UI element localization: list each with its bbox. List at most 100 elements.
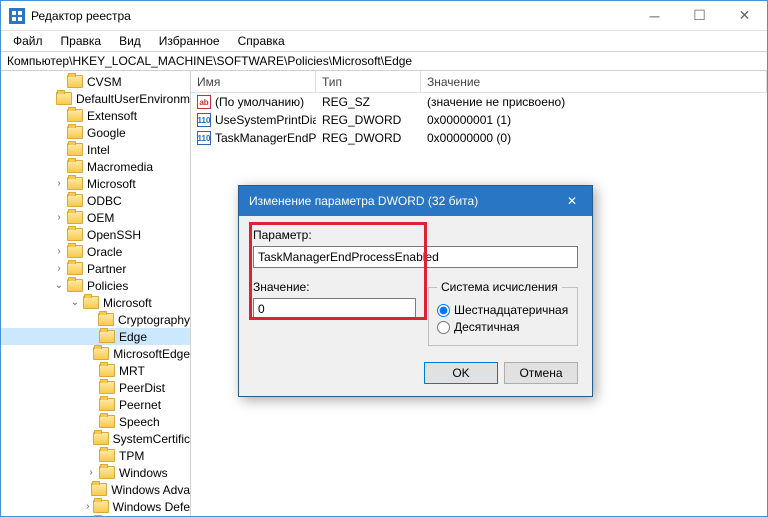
value-input[interactable] bbox=[253, 298, 416, 320]
menu-view[interactable]: Вид bbox=[111, 32, 149, 50]
tree-item[interactable]: ›OEM bbox=[1, 209, 190, 226]
tree-item[interactable]: Windows Adva bbox=[1, 481, 190, 498]
expand-icon[interactable] bbox=[85, 399, 97, 411]
tree-item[interactable]: Google bbox=[1, 124, 190, 141]
tree-item[interactable]: Cryptography bbox=[1, 311, 190, 328]
address-input[interactable] bbox=[7, 54, 761, 68]
tree-label: MicrosoftEdge bbox=[113, 347, 190, 361]
expand-icon[interactable]: › bbox=[53, 263, 65, 275]
expand-icon[interactable] bbox=[53, 110, 65, 122]
dialog-title: Изменение параметра DWORD (32 бита) bbox=[249, 194, 552, 208]
tree-item[interactable]: MRT bbox=[1, 362, 190, 379]
expand-icon[interactable] bbox=[53, 161, 65, 173]
tree-label: Microsoft bbox=[103, 296, 152, 310]
expand-icon[interactable] bbox=[85, 484, 89, 496]
tree-label: DefaultUserEnvironm bbox=[76, 92, 190, 106]
tree-item[interactable]: › Microsoft bbox=[1, 175, 190, 192]
expand-icon[interactable] bbox=[53, 195, 65, 207]
folder-icon bbox=[67, 75, 83, 88]
expand-icon[interactable] bbox=[85, 433, 91, 445]
tree-item[interactable]: Intel bbox=[1, 141, 190, 158]
close-button[interactable]: ✕ bbox=[722, 1, 767, 30]
expand-icon[interactable] bbox=[53, 93, 54, 105]
app-icon bbox=[9, 8, 25, 24]
list-row[interactable]: ab(По умолчанию)REG_SZ(значение не присв… bbox=[191, 93, 767, 111]
value-type-icon: 110 bbox=[197, 113, 211, 127]
radix-hex-row[interactable]: Шестнадцатеричная bbox=[437, 303, 569, 317]
list-row[interactable]: 110TaskManagerEndProc...REG_DWORD0x00000… bbox=[191, 129, 767, 147]
tree-item[interactable]: PeerDist bbox=[1, 379, 190, 396]
radix-dec-radio[interactable] bbox=[437, 321, 450, 334]
col-name[interactable]: Имя bbox=[191, 71, 316, 92]
radix-hex-label: Шестнадцатеричная bbox=[454, 303, 568, 317]
expand-icon[interactable] bbox=[85, 382, 97, 394]
list-row[interactable]: 110UseSystemPrintDialogREG_DWORD0x000000… bbox=[191, 111, 767, 129]
tree-item[interactable]: Edge bbox=[1, 328, 190, 345]
expand-icon[interactable]: › bbox=[53, 246, 65, 258]
tree-item[interactable]: › Windows Defe bbox=[1, 498, 190, 515]
expand-icon[interactable] bbox=[85, 365, 97, 377]
tree-item[interactable]: ›Oracle bbox=[1, 243, 190, 260]
radix-dec-row[interactable]: Десятичная bbox=[437, 320, 569, 334]
tree-item[interactable]: DefaultUserEnvironm bbox=[1, 90, 190, 107]
tree-item[interactable]: Extensoft bbox=[1, 107, 190, 124]
dialog-titlebar[interactable]: Изменение параметра DWORD (32 бита) ✕ bbox=[239, 186, 592, 216]
expand-icon[interactable]: › bbox=[85, 501, 91, 513]
folder-icon bbox=[67, 177, 83, 190]
tree-label: Microsoft bbox=[87, 177, 136, 191]
tree-label: OpenSSH bbox=[87, 228, 141, 242]
expand-icon[interactable] bbox=[53, 229, 65, 241]
tree-item[interactable]: OpenSSH bbox=[1, 226, 190, 243]
expand-icon[interactable]: ⌄ bbox=[53, 280, 65, 292]
expand-icon[interactable]: › bbox=[53, 178, 65, 190]
col-value[interactable]: Значение bbox=[421, 71, 767, 92]
folder-icon bbox=[67, 211, 83, 224]
cancel-button[interactable]: Отмена bbox=[504, 362, 578, 384]
tree-panel[interactable]: CVSM DefaultUserEnvironmExtensoftGoogle In… bbox=[1, 71, 191, 516]
menu-file[interactable]: Файл bbox=[5, 32, 51, 50]
window-title: Редактор реестра bbox=[31, 9, 632, 23]
expand-icon[interactable] bbox=[53, 144, 65, 156]
folder-icon bbox=[99, 415, 115, 428]
value-name: (По умолчанию) bbox=[215, 95, 304, 109]
tree-item[interactable]: MicrosoftEdge bbox=[1, 345, 190, 362]
tree-item[interactable]: Speech bbox=[1, 413, 190, 430]
expand-icon[interactable] bbox=[85, 331, 97, 343]
value-type: REG_DWORD bbox=[316, 131, 421, 145]
expand-icon[interactable]: ⌄ bbox=[69, 297, 81, 309]
maximize-button[interactable]: ☐ bbox=[677, 1, 722, 30]
expand-icon[interactable] bbox=[85, 348, 91, 360]
tree-item[interactable]: TPM bbox=[1, 447, 190, 464]
address-bar[interactable] bbox=[1, 51, 767, 71]
expand-icon[interactable] bbox=[53, 127, 65, 139]
ok-button[interactable]: OK bbox=[424, 362, 498, 384]
tree-label: Intel bbox=[87, 143, 110, 157]
tree-item[interactable]: ›Windows bbox=[1, 464, 190, 481]
expand-icon[interactable] bbox=[85, 314, 96, 326]
expand-icon[interactable]: › bbox=[85, 467, 97, 479]
tree-item[interactable]: ⌄ Microsoft bbox=[1, 294, 190, 311]
value-name: UseSystemPrintDialog bbox=[215, 113, 316, 127]
tree-item[interactable]: ODBC bbox=[1, 192, 190, 209]
tree-item[interactable]: ›Partner bbox=[1, 260, 190, 277]
radix-hex-radio[interactable] bbox=[437, 304, 450, 317]
col-type[interactable]: Тип bbox=[316, 71, 421, 92]
tree-label: Edge bbox=[119, 330, 147, 344]
expand-icon[interactable] bbox=[85, 416, 97, 428]
dialog-close-button[interactable]: ✕ bbox=[552, 186, 592, 216]
menu-help[interactable]: Справка bbox=[230, 32, 293, 50]
menu-favorites[interactable]: Избранное bbox=[151, 32, 228, 50]
tree-item[interactable]: ⌄Policies bbox=[1, 277, 190, 294]
tree-item[interactable]: CVSM bbox=[1, 73, 190, 90]
tree-label: Windows Defe bbox=[113, 500, 190, 514]
expand-icon[interactable] bbox=[85, 450, 97, 462]
expand-icon[interactable]: › bbox=[53, 212, 65, 224]
menu-edit[interactable]: Правка bbox=[53, 32, 110, 50]
param-name-input[interactable] bbox=[253, 246, 578, 268]
tree-item[interactable]: Macromedia bbox=[1, 158, 190, 175]
tree-item[interactable]: SystemCertific bbox=[1, 430, 190, 447]
tree-item[interactable]: Windows Defe bbox=[1, 515, 190, 516]
tree-item[interactable]: Peernet bbox=[1, 396, 190, 413]
expand-icon[interactable] bbox=[53, 76, 65, 88]
minimize-button[interactable]: ─ bbox=[632, 1, 677, 30]
